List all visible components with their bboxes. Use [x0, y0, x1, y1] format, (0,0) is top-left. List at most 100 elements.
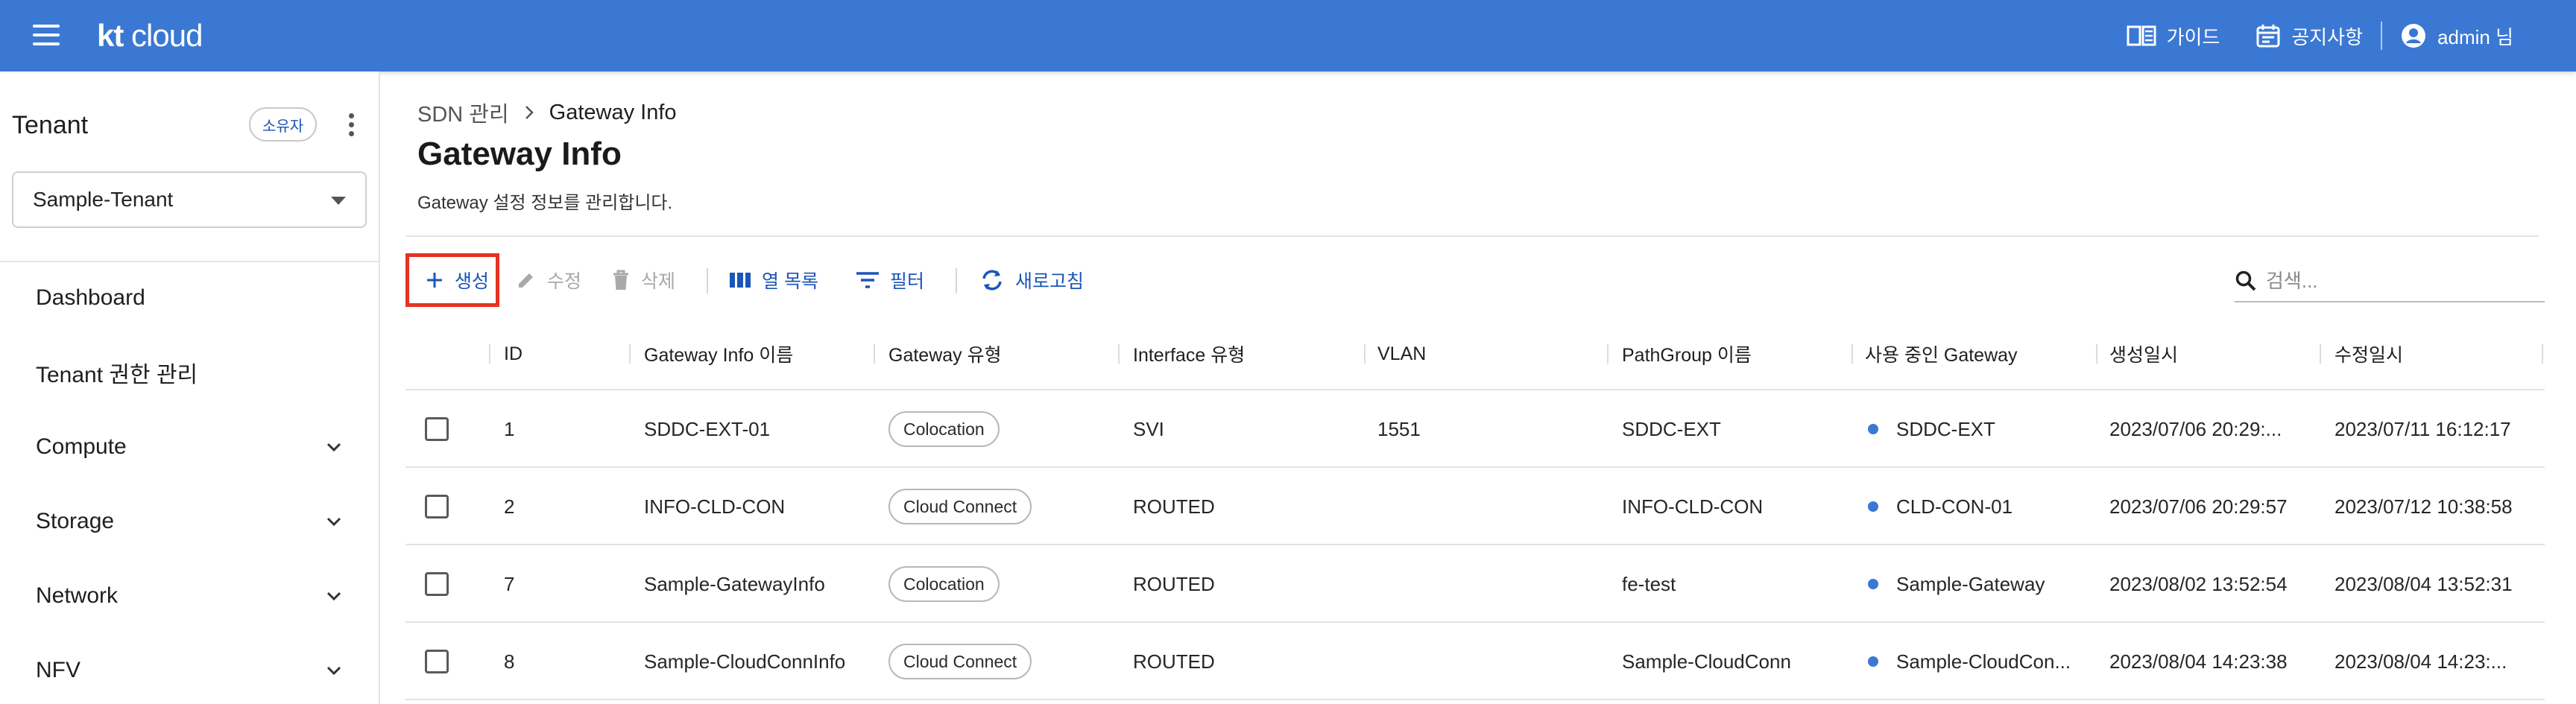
page-title: Gateway Info [417, 136, 622, 172]
table-row[interactable]: 7 Sample-GatewayInfo Colocation ROUTED f… [405, 545, 2545, 623]
search-icon [2235, 270, 2256, 291]
refresh-label: 새로고침 [1015, 271, 1085, 292]
top-app-bar: kt cloud 가이드 공지사항 admin 님 [0, 0, 2576, 72]
dropdown-arrow-icon [331, 197, 346, 205]
cell-pathgroup: fe-test [1622, 572, 1676, 595]
search-input[interactable] [2266, 269, 2534, 293]
sidebar-divider [0, 261, 379, 262]
column-header-interface-type[interactable]: Interface 유형 [1133, 317, 1245, 390]
delete-button[interactable]: 삭제 [611, 250, 675, 310]
column-divider [1364, 344, 1366, 364]
header-divider [405, 235, 2539, 237]
status-dot [1868, 424, 1878, 434]
column-divider [1607, 344, 1609, 364]
cell-name: SDDC-EXT-01 [644, 417, 771, 440]
user-menu[interactable]: admin 님 [2382, 22, 2531, 50]
cell-gateway-type: Cloud Connect [888, 468, 1032, 545]
row-checkbox[interactable] [425, 495, 449, 519]
refresh-button[interactable]: 새로고침 [979, 250, 1084, 310]
book-icon [2127, 25, 2156, 46]
tenant-select[interactable]: Sample-Tenant [12, 171, 367, 228]
table-row[interactable]: 2 INFO-CLD-CON Cloud Connect ROUTED INFO… [405, 468, 2545, 545]
edit-button[interactable]: 수정 [516, 250, 581, 310]
cell-id: 7 [504, 572, 515, 595]
cell-name: INFO-CLD-CON [644, 495, 786, 518]
sidebar-item-label: Storage [36, 509, 115, 533]
active-gateway-name: CLD-CON-01 [1896, 495, 2013, 518]
chevron-down-icon [326, 666, 341, 676]
sidebar-item-storage[interactable]: Storage [36, 499, 349, 544]
cell-id: 2 [504, 495, 515, 518]
row-checkbox[interactable] [425, 572, 449, 596]
column-header-modified[interactable]: 수정일시 [2334, 317, 2403, 390]
cell-created: 2023/07/06 20:29:57 [2109, 495, 2288, 518]
chevron-down-icon [326, 517, 341, 527]
row-checkbox[interactable] [425, 417, 449, 441]
guide-label: 가이드 [2166, 25, 2220, 48]
columns-label: 열 목록 [762, 271, 818, 292]
sidebar-item-dashboard[interactable]: Dashboard [36, 276, 349, 320]
column-header-name[interactable]: Gateway Info 이름 [644, 317, 793, 390]
table-row[interactable]: 1 SDDC-EXT-01 Colocation SVI 1551 SDDC-E… [405, 390, 2545, 468]
chevron-right-icon [525, 106, 534, 119]
cell-modified: 2023/08/04 13:52:31 [2334, 572, 2513, 595]
notice-link[interactable]: 공지사항 [2238, 22, 2381, 50]
plus-icon [427, 273, 442, 288]
column-header-active-gateway[interactable]: 사용 중인 Gateway [1865, 317, 2018, 390]
breadcrumb-parent[interactable]: SDN 관리 [417, 97, 509, 128]
sidebar-item-compute[interactable]: Compute [36, 425, 349, 469]
sidebar-item-label: NFV [36, 658, 80, 682]
sidebar-item-tenant-permissions[interactable]: Tenant 권한 관리 [36, 350, 349, 395]
edit-label: 수정 [547, 271, 582, 292]
gateway-type-chip: Cloud Connect [888, 644, 1032, 679]
filter-label: 필터 [890, 271, 925, 292]
delete-label: 삭제 [641, 271, 676, 292]
owner-badge[interactable]: 소유자 [249, 107, 318, 142]
column-header-pathgroup[interactable]: PathGroup 이름 [1622, 317, 1752, 390]
guide-link[interactable]: 가이드 [2109, 22, 2238, 50]
toolbar-divider [707, 268, 708, 294]
trash-icon [613, 270, 628, 290]
filter-button[interactable]: 필터 [856, 250, 924, 310]
cell-gateway-type: Cloud Connect [888, 623, 1032, 700]
table-row[interactable]: 8 Sample-CloudConnInfo Cloud Connect ROU… [405, 623, 2545, 700]
status-dot [1868, 656, 1878, 667]
cell-gateway-type: Colocation [888, 545, 1000, 623]
tenant-select-value: Sample-Tenant [33, 188, 174, 211]
create-button[interactable]: 생성 [425, 250, 489, 310]
columns-button[interactable]: 열 목록 [729, 250, 818, 310]
tenant-header: Tenant 소유자 [12, 107, 362, 143]
sidebar-item-network[interactable]: Network [36, 574, 349, 618]
column-divider [1118, 344, 1120, 364]
cell-interface-type: ROUTED [1133, 650, 1215, 673]
column-header-id[interactable]: ID [504, 317, 523, 390]
row-checkbox[interactable] [425, 650, 449, 673]
search-box [2235, 261, 2545, 302]
more-vert-icon[interactable] [340, 113, 362, 139]
cell-id: 8 [504, 650, 515, 673]
cell-pathgroup: INFO-CLD-CON [1622, 495, 1764, 518]
sidebar-item-label: Network [36, 583, 119, 608]
cell-name: Sample-CloudConnInfo [644, 650, 846, 673]
column-header-vlan[interactable]: VLAN [1377, 317, 1426, 390]
gateway-type-chip: Cloud Connect [888, 489, 1032, 524]
toolbar: 생성 수정 삭제 열 목록 필터 새로고침 [405, 250, 2545, 310]
active-gateway-name: SDDC-EXT [1896, 417, 1995, 440]
main-content: SDN 관리 Gateway Info Gateway Info Gateway… [382, 72, 2576, 704]
status-dot [1868, 579, 1878, 589]
gateway-info-table: ID Gateway Info 이름 Gateway 유형 Interface … [405, 317, 2545, 700]
table-header: ID Gateway Info 이름 Gateway 유형 Interface … [405, 317, 2545, 390]
calendar-icon [2256, 25, 2280, 48]
notice-label: 공지사항 [2291, 25, 2364, 48]
cell-created: 2023/08/04 14:23:38 [2109, 650, 2288, 673]
column-header-gateway-type[interactable]: Gateway 유형 [888, 317, 1002, 390]
column-divider [1852, 344, 1853, 364]
kt-cloud-logo[interactable]: kt cloud [97, 18, 203, 54]
chevron-down-icon [326, 443, 341, 452]
sidebar-item-nfv[interactable]: NFV [36, 648, 349, 693]
menu-icon[interactable] [33, 25, 60, 45]
cell-interface-type: ROUTED [1133, 495, 1215, 518]
column-header-created[interactable]: 생성일시 [2109, 317, 2178, 390]
page-description: Gateway 설정 정보를 관리합니다. [417, 193, 673, 213]
pencil-icon [519, 273, 533, 288]
